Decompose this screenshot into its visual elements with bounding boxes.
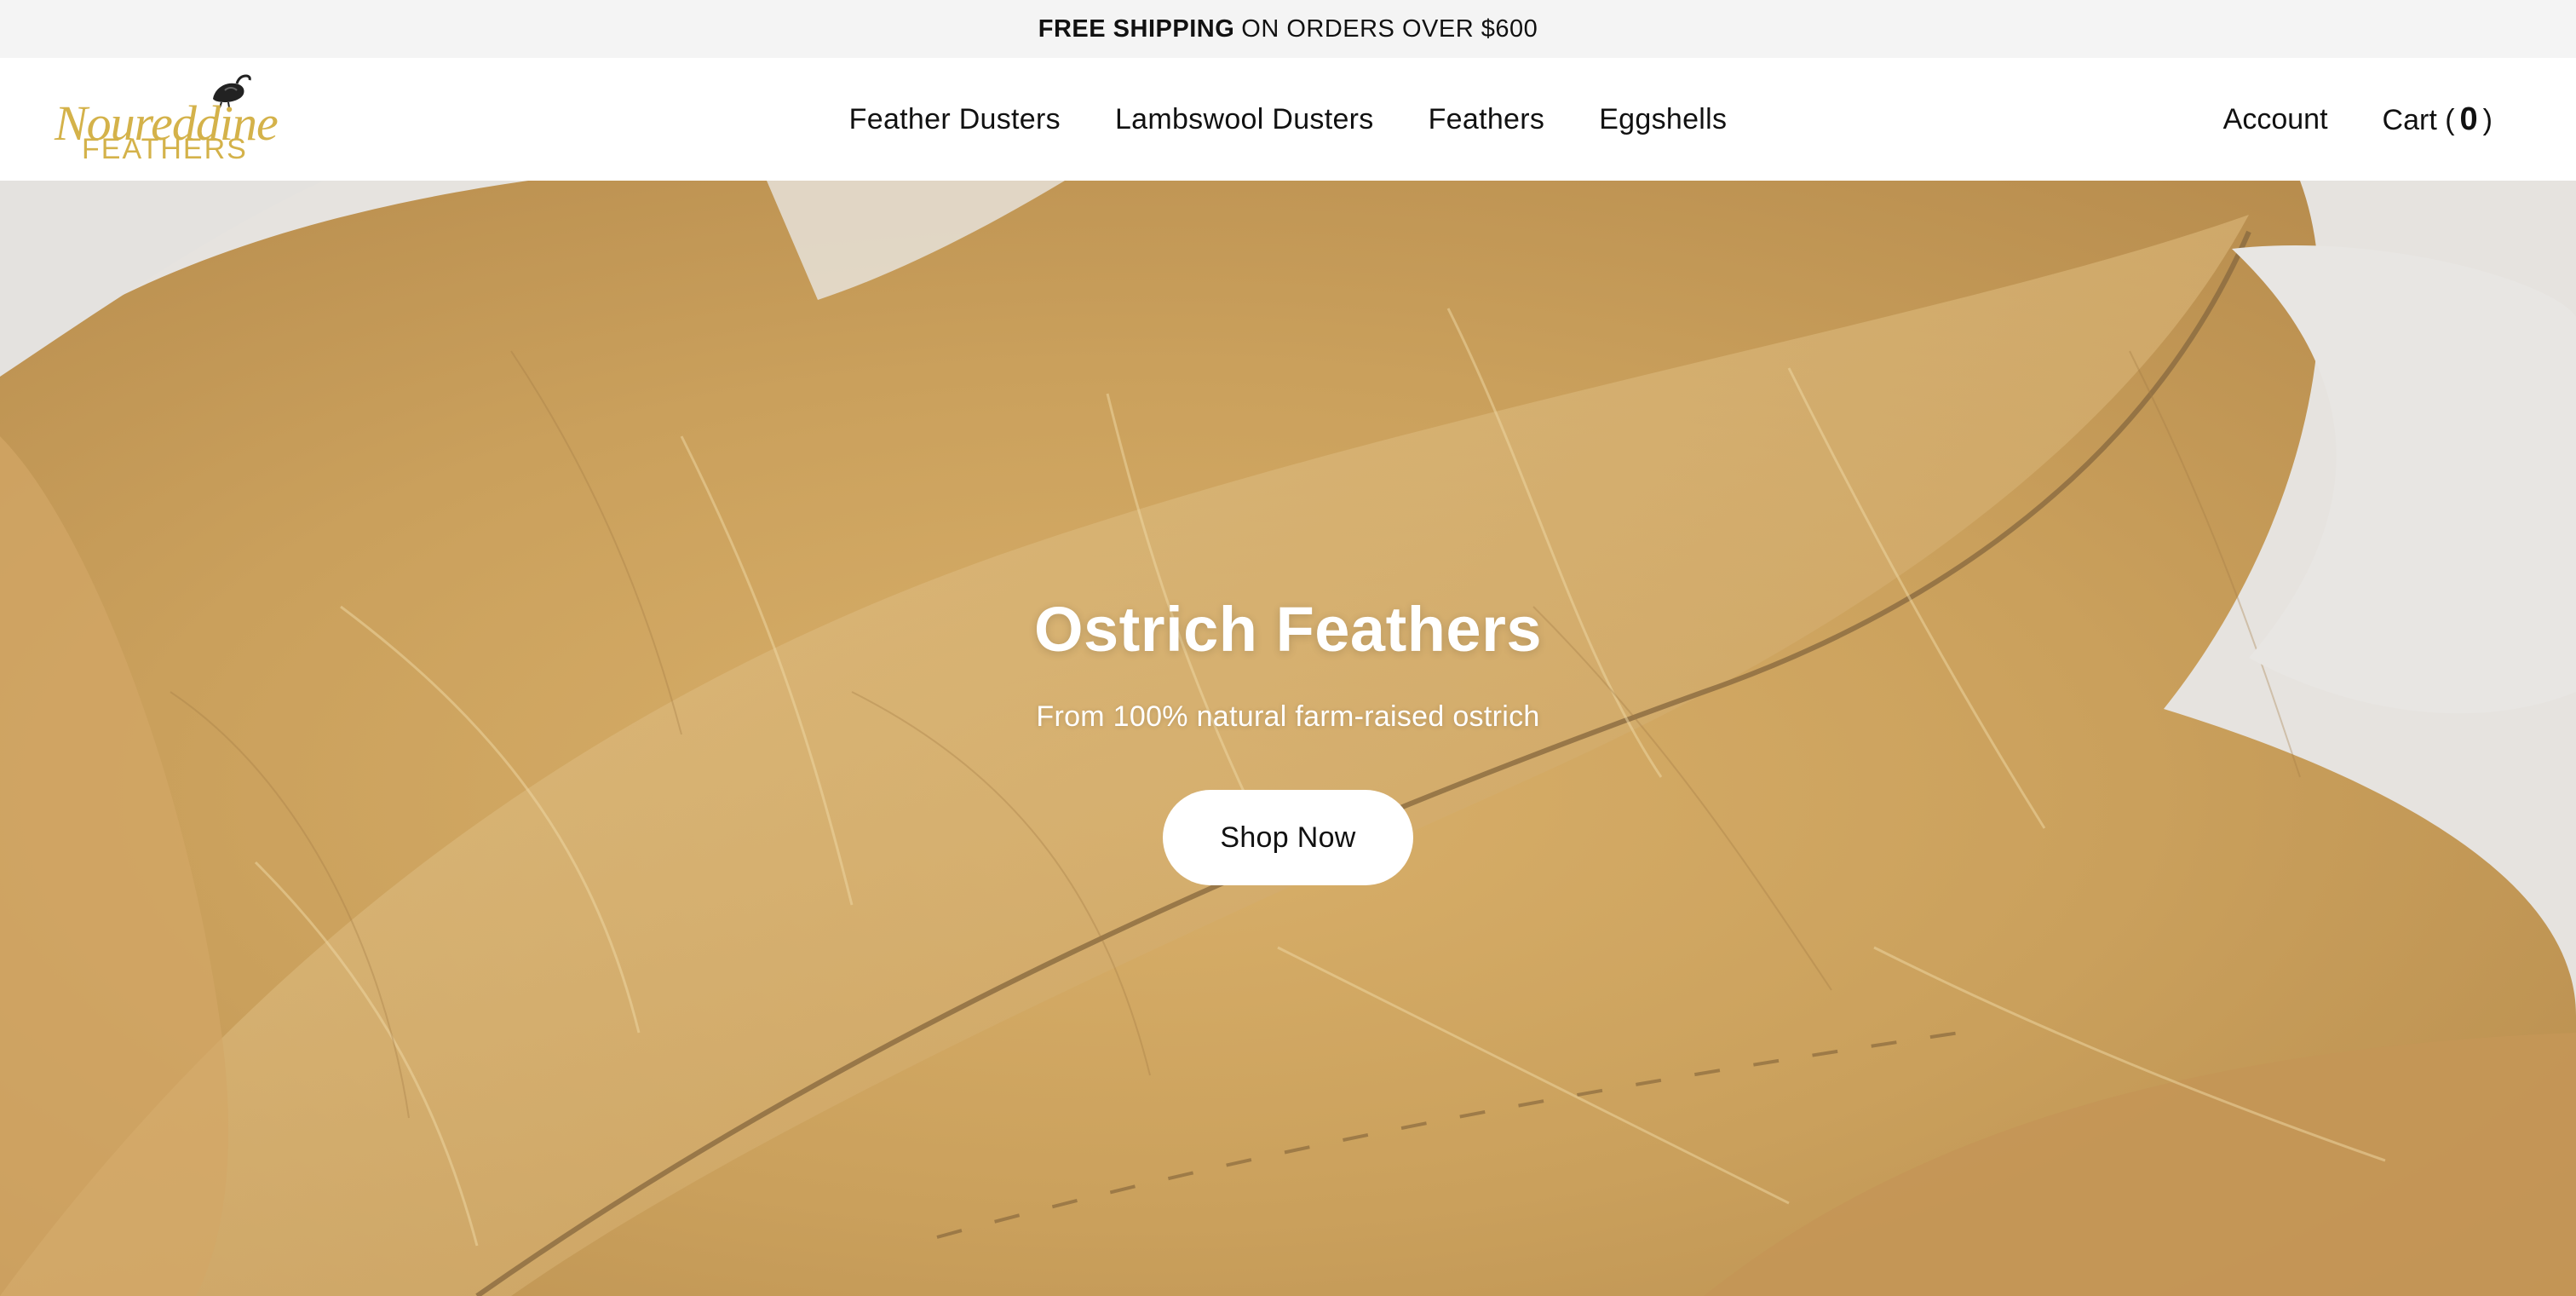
cart-close-paren: ) xyxy=(2482,103,2493,136)
shop-now-button[interactable]: Shop Now xyxy=(1163,790,1413,885)
brand-logo[interactable]: Noureddine FEATHERS xyxy=(51,73,281,167)
cart-count: 0 xyxy=(2459,101,2478,137)
announcement-text: ON ORDERS OVER $600 xyxy=(1241,14,1538,43)
site-header: Noureddine FEATHERS Feather Dusters Lamb… xyxy=(0,58,2576,181)
account-link[interactable]: Account xyxy=(2223,103,2328,136)
announcement-bold-text: FREE SHIPPING xyxy=(1038,14,1235,43)
header-utility: Account Cart (0) xyxy=(2223,58,2493,181)
nav-item-eggshells[interactable]: Eggshells xyxy=(1599,103,1727,136)
nav-item-feathers[interactable]: Feathers xyxy=(1429,103,1545,136)
nav-item-lambswool-dusters[interactable]: Lambswool Dusters xyxy=(1115,103,1374,136)
hero-content: Ostrich Feathers From 100% natural farm-… xyxy=(0,598,2576,885)
main-nav: Feather Dusters Lambswool Dusters Feathe… xyxy=(0,58,2576,181)
hero-banner: Ostrich Feathers From 100% natural farm-… xyxy=(0,181,2576,1296)
nav-item-feather-dusters[interactable]: Feather Dusters xyxy=(849,103,1061,136)
logo-subtitle: FEATHERS xyxy=(82,133,248,165)
hero-subtitle: From 100% natural farm-raised ostrich xyxy=(1036,700,1540,733)
cart-link[interactable]: Cart (0) xyxy=(2383,101,2493,138)
hero-title: Ostrich Feathers xyxy=(1033,594,1543,665)
announcement-bar: FREE SHIPPING ON ORDERS OVER $600 xyxy=(0,0,2576,58)
cart-label: Cart ( xyxy=(2382,103,2455,136)
